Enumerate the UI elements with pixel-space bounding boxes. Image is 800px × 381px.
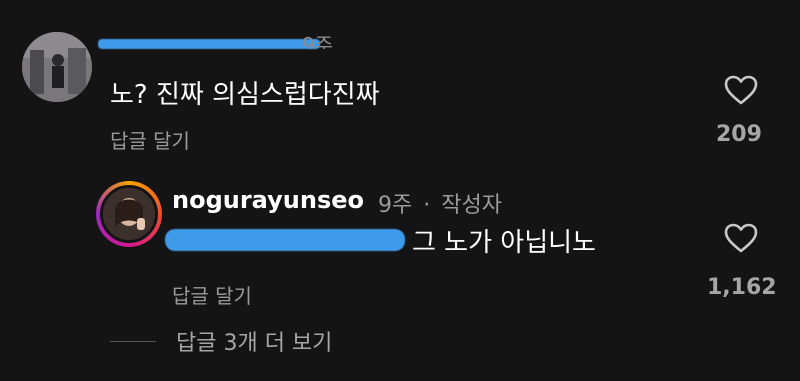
author-badge: 작성자 (441, 193, 502, 218)
replies-divider (110, 341, 156, 342)
like-count[interactable]: 209 (716, 122, 762, 147)
comment-time: 9주 (302, 35, 334, 49)
comment-text: 그 노가 아닙니노 (412, 228, 596, 258)
commenter-avatar[interactable] (22, 32, 92, 102)
comment-meta: 9주 · 작성자 (378, 187, 502, 219)
reply-button[interactable]: 답글 달기 (110, 125, 190, 154)
author-avatar-ring[interactable] (96, 181, 162, 247)
view-more-replies-button[interactable]: 답글 3개 더 보기 (176, 325, 332, 357)
heart-icon[interactable] (723, 222, 759, 254)
username[interactable]: nogurayunseo (172, 186, 364, 214)
redacted-mention (165, 229, 405, 251)
avatar-photo (22, 32, 92, 102)
reply-button[interactable]: 답글 달기 (172, 280, 252, 309)
comment-text: 노? 진짜 의심스럽다진짜 (110, 80, 380, 110)
meta-separator: · (423, 193, 431, 218)
redacted-username (98, 39, 320, 49)
like-count[interactable]: 1,162 (707, 275, 777, 300)
heart-icon[interactable] (723, 74, 759, 106)
author-avatar (100, 185, 158, 243)
comment-time: 9주 (378, 193, 413, 218)
avatar-photo (103, 188, 155, 240)
